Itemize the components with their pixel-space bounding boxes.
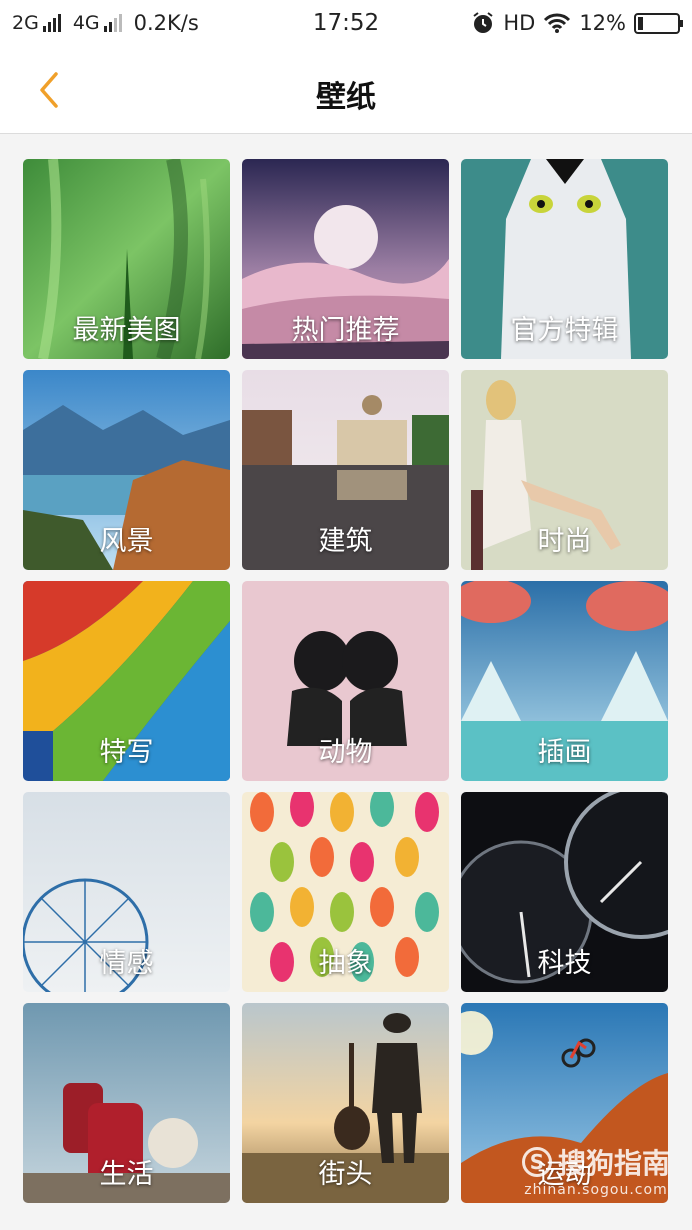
sogou-logo-icon: S [521, 1147, 552, 1177]
category-label: 官方特辑 [510, 315, 619, 346]
category-tile-animals[interactable]: 动物 [242, 581, 449, 781]
category-label: 热门推荐 [291, 315, 400, 346]
category-label: 时尚 [537, 526, 592, 557]
watermark-brand: 搜狗指南 [557, 1147, 670, 1180]
category-tile-technology[interactable]: 科技 [461, 792, 668, 992]
category-tile-street[interactable]: 街头 [242, 1003, 449, 1203]
battery-percent: 12% [579, 11, 626, 35]
category-label: 街头 [318, 1159, 373, 1190]
watermark: S 搜狗指南 zhinan.sogou.com [521, 1142, 670, 1198]
category-label: 最新美图 [72, 315, 181, 346]
category-tile-emotion[interactable]: 情感 [23, 792, 230, 992]
category-label: 动物 [318, 737, 373, 768]
category-tile-abstract[interactable]: 抽象 [242, 792, 449, 992]
watermark-url: zhinan.sogou.com [524, 1182, 668, 1198]
wifi-icon [544, 13, 571, 33]
category-label: 特写 [99, 737, 154, 768]
category-tile-fashion[interactable]: 时尚 [461, 370, 668, 570]
hd-label: HD [503, 11, 536, 35]
category-label: 生活 [99, 1159, 154, 1190]
category-label: 抽象 [318, 948, 373, 979]
category-label: 风景 [99, 526, 154, 557]
category-label: 科技 [537, 948, 592, 979]
battery-fill [638, 16, 643, 30]
category-tile-official[interactable]: 官方特辑 [461, 159, 668, 359]
category-tile-scenery[interactable]: 风景 [23, 370, 230, 570]
status-bar: 2G 4G 0.2K/s 17:52 HD 12% [0, 0, 692, 48]
battery-icon [634, 12, 683, 34]
alarm-icon [473, 12, 493, 33]
category-tile-architecture[interactable]: 建筑 [242, 370, 449, 570]
category-label: 插画 [537, 737, 592, 768]
category-grid: 最新美图 热门推荐 官方特辑 风景 建筑 时尚 特写 动物 插画 情感 抽象 科… [23, 159, 670, 1203]
category-label: 建筑 [318, 526, 373, 557]
category-tile-life[interactable]: 生活 [23, 1003, 230, 1203]
category-tile-popular[interactable]: 热门推荐 [242, 159, 449, 359]
nav-bar: 壁纸 [0, 48, 692, 134]
category-tile-illustration[interactable]: 插画 [461, 581, 668, 781]
category-label: 情感 [99, 948, 154, 979]
category-tile-closeup[interactable]: 特写 [23, 581, 230, 781]
category-tile-latest[interactable]: 最新美图 [23, 159, 230, 359]
page-title: 壁纸 [316, 80, 376, 115]
